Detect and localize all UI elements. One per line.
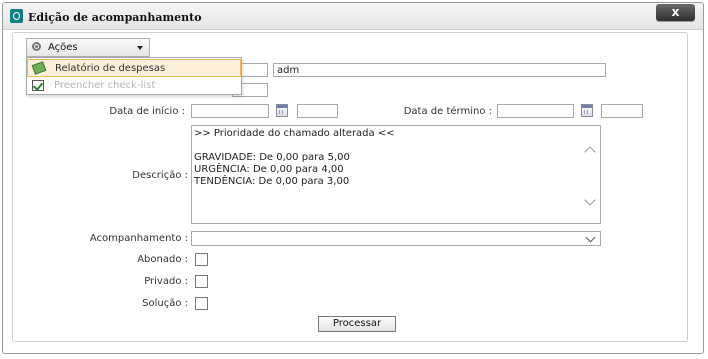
- followup-label: Acompanhamento :: [89, 233, 188, 244]
- actions-menu: Relatório de despesas Preencher check-li…: [26, 57, 242, 95]
- solucao-checkbox[interactable]: [195, 297, 208, 310]
- end-date-input[interactable]: [497, 104, 574, 118]
- app-logo-icon: [10, 9, 23, 23]
- calendar-icon[interactable]: [276, 104, 288, 117]
- description-line: TENDÊNCIA: De 0,00 para 3,00: [194, 176, 350, 187]
- chevron-down-icon: [585, 232, 596, 243]
- menu-item-label: Preencher check-list: [54, 80, 156, 91]
- followup-select[interactable]: [191, 231, 601, 246]
- description-label: Descrição :: [132, 170, 188, 181]
- description-textarea[interactable]: >> Prioridade do chamado alterada << GRA…: [191, 125, 601, 224]
- dialog-title: Edição de acompanhamento: [28, 11, 202, 24]
- description-line: >> Prioridade do chamado alterada <<: [194, 128, 395, 139]
- abonado-checkbox[interactable]: [195, 253, 208, 266]
- scroll-down-icon[interactable]: [584, 194, 596, 206]
- caret-down-icon: [137, 46, 143, 50]
- start-date-label: Data de início :: [109, 106, 185, 117]
- checklist-icon: [32, 80, 44, 91]
- end-date-label: Data de término :: [403, 106, 492, 117]
- user-name-field[interactable]: adm: [273, 63, 606, 77]
- actions-label: Ações: [48, 42, 78, 53]
- start-date-input[interactable]: [191, 104, 269, 118]
- title-bar: Edição de acompanhamento x: [3, 3, 703, 30]
- menu-item-expense-report[interactable]: Relatório de despesas: [27, 59, 241, 77]
- calendar-icon[interactable]: [581, 104, 593, 117]
- end-time-input[interactable]: [601, 104, 643, 118]
- menu-item-fill-checklist[interactable]: Preencher check-list: [27, 77, 241, 95]
- gear-icon: [32, 42, 41, 51]
- abonado-label: Abonado :: [137, 254, 188, 265]
- menu-item-label: Relatório de despesas: [55, 63, 166, 74]
- process-button[interactable]: Processar: [318, 316, 396, 332]
- description-line: URGÊNCIA: De 0,00 para 4,00: [194, 164, 344, 175]
- privado-checkbox[interactable]: [195, 275, 208, 288]
- privado-label: Privado :: [144, 276, 188, 287]
- description-line: GRAVIDADE: De 0,00 para 5,00: [194, 152, 350, 163]
- solucao-label: Solução :: [142, 298, 188, 309]
- money-icon: [31, 61, 47, 75]
- actions-dropdown-button[interactable]: Ações: [26, 38, 150, 57]
- close-button[interactable]: x: [656, 4, 695, 21]
- start-time-input[interactable]: [297, 104, 338, 118]
- scroll-up-icon[interactable]: [584, 146, 596, 158]
